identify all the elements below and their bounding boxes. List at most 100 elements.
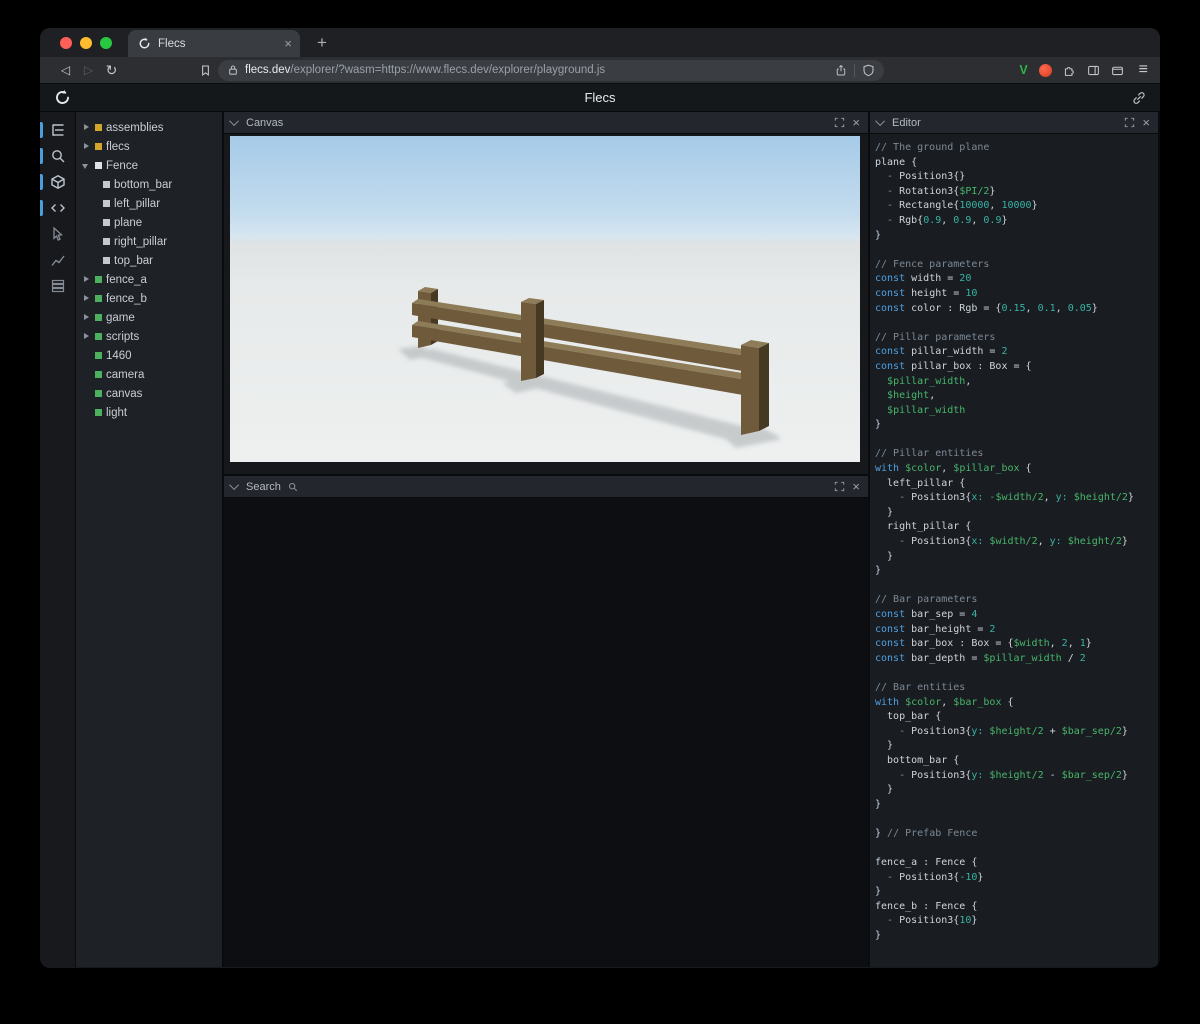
expand-icon[interactable] — [82, 332, 91, 341]
address-bar[interactable]: flecs.dev/explorer/?wasm=https://www.fle… — [218, 59, 884, 81]
close-panel-icon[interactable]: × — [852, 116, 860, 129]
stats-chart-icon[interactable] — [40, 249, 75, 271]
editor-code[interactable]: // The ground plane plane { - Position3{}… — [870, 134, 1158, 967]
entity-kind-square — [95, 314, 102, 321]
tree-item-1460[interactable]: 1460 — [76, 346, 222, 365]
expand-panel-icon[interactable] — [1124, 117, 1135, 128]
tree-item-plane[interactable]: plane — [76, 213, 222, 232]
editor-panel: Editor × // The ground plane plane { - Po… — [870, 112, 1158, 967]
menu-icon[interactable]: ≡ — [1139, 61, 1148, 79]
traffic-lights — [60, 36, 112, 49]
tree-item-label: top_bar — [114, 254, 154, 267]
tree-item-scripts[interactable]: scripts — [76, 327, 222, 346]
expand-icon[interactable] — [82, 275, 91, 284]
code-line: right_pillar { — [875, 521, 972, 533]
expand-icon[interactable] — [82, 294, 91, 303]
tree-item-label: scripts — [106, 330, 140, 343]
extensions-puzzle-icon[interactable] — [1063, 64, 1076, 77]
code-line: } — [875, 740, 894, 752]
tree-item-camera[interactable]: camera — [76, 365, 222, 384]
minimize-window-button[interactable] — [80, 36, 92, 49]
tree-item-right_pillar[interactable]: right_pillar — [76, 232, 222, 251]
flecs-favicon-icon — [138, 37, 151, 50]
close-panel-icon[interactable]: × — [852, 480, 860, 493]
entity-kind-square — [103, 219, 110, 226]
canvas-3d-view[interactable] — [230, 136, 860, 462]
code-line: } — [875, 419, 882, 431]
tree-item-assemblies[interactable]: assemblies — [76, 118, 222, 137]
search-results-area[interactable] — [224, 498, 868, 967]
brave-shield-icon[interactable] — [862, 64, 875, 77]
entity-tree-panel: assemblies flecs Fence bottom_bar left_pilla… — [75, 112, 222, 967]
tree-item-label: plane — [114, 216, 143, 229]
expand-icon[interactable] — [82, 313, 91, 322]
bookmark-icon[interactable] — [199, 64, 212, 77]
code-line: plane { — [875, 156, 918, 168]
tree-item-fence_a[interactable]: fence_a — [76, 270, 222, 289]
tree-item-label: bottom_bar — [114, 178, 173, 191]
code-line: $pillar_width, — [887, 375, 972, 387]
code-line: // Bar parameters — [875, 594, 978, 606]
code-line: with $color, $bar_box { — [875, 696, 1014, 708]
reload-button[interactable]: ↻ — [100, 62, 123, 79]
tree-item-flecs[interactable]: flecs — [76, 137, 222, 156]
browser-tab[interactable]: Flecs × — [128, 30, 300, 57]
tree-item-label: canvas — [106, 387, 143, 400]
back-button[interactable]: ◁ — [54, 63, 77, 77]
code-line: - Rectangle{10000, 10000} — [875, 200, 1038, 212]
forward-button[interactable]: ▷ — [77, 63, 100, 77]
expand-icon[interactable] — [82, 142, 91, 151]
expand-icon[interactable] — [82, 123, 91, 132]
expand-panel-icon[interactable] — [834, 481, 845, 492]
collapse-icon[interactable] — [82, 161, 91, 170]
tree-item-fence_b[interactable]: fence_b — [76, 289, 222, 308]
collapse-caret-icon[interactable] — [229, 480, 240, 491]
entity-kind-square — [95, 143, 102, 150]
memory-rows-icon[interactable] — [40, 275, 75, 297]
collapse-caret-icon[interactable] — [229, 116, 240, 127]
code-line: - Position3{} — [875, 171, 966, 183]
tree-item-light[interactable]: light — [76, 403, 222, 422]
entity-kind-square — [103, 238, 110, 245]
panel-title: Editor — [892, 116, 921, 129]
code-line: const bar_sep = 4 — [875, 609, 978, 620]
new-tab-button[interactable]: + — [310, 31, 334, 55]
panel-title: Canvas — [246, 116, 284, 129]
tab-close-icon[interactable]: × — [284, 37, 292, 50]
search-icon[interactable] — [40, 145, 75, 167]
zoom-window-button[interactable] — [100, 36, 112, 49]
tree-item-Fence[interactable]: Fence — [76, 156, 222, 175]
extension-red-icon[interactable] — [1038, 63, 1052, 77]
code-line: } — [875, 798, 882, 810]
close-panel-icon[interactable]: × — [1142, 116, 1150, 129]
tree-item-bottom_bar[interactable]: bottom_bar — [76, 175, 222, 194]
search-magnifier-icon — [288, 482, 298, 492]
wallet-icon[interactable] — [1111, 64, 1124, 77]
sidebar-toggle-icon[interactable] — [1087, 64, 1100, 77]
tree-item-label: Fence — [106, 159, 138, 172]
canvas-panel: Canvas × — [224, 112, 868, 474]
share-icon[interactable] — [835, 64, 847, 77]
entity-tree-icon[interactable] — [40, 119, 75, 141]
share-link-icon[interactable] — [1132, 91, 1146, 105]
collapse-caret-icon[interactable] — [875, 116, 886, 127]
code-editor-icon[interactable] — [40, 197, 75, 219]
tree-item-label: flecs — [106, 140, 130, 153]
tree-item-game[interactable]: game — [76, 308, 222, 327]
leaf-marker — [90, 237, 99, 246]
extension-v-icon[interactable]: V — [1019, 63, 1027, 77]
flecs-logo-icon[interactable] — [54, 89, 71, 106]
expand-panel-icon[interactable] — [834, 117, 845, 128]
tree-item-top_bar[interactable]: top_bar — [76, 251, 222, 270]
inspector-cursor-icon[interactable] — [40, 223, 75, 245]
close-window-button[interactable] — [60, 36, 72, 49]
scene-cube-icon[interactable] — [40, 171, 75, 193]
code-line: left_pillar { — [875, 477, 966, 489]
tree-item-left_pillar[interactable]: left_pillar — [76, 194, 222, 213]
tree-item-label: left_pillar — [114, 197, 161, 210]
tree-item-canvas[interactable]: canvas — [76, 384, 222, 403]
extension-area: V ≡ — [1019, 61, 1148, 79]
code-line: top_bar { — [875, 711, 942, 723]
code-line: const width = 20 — [875, 273, 972, 285]
